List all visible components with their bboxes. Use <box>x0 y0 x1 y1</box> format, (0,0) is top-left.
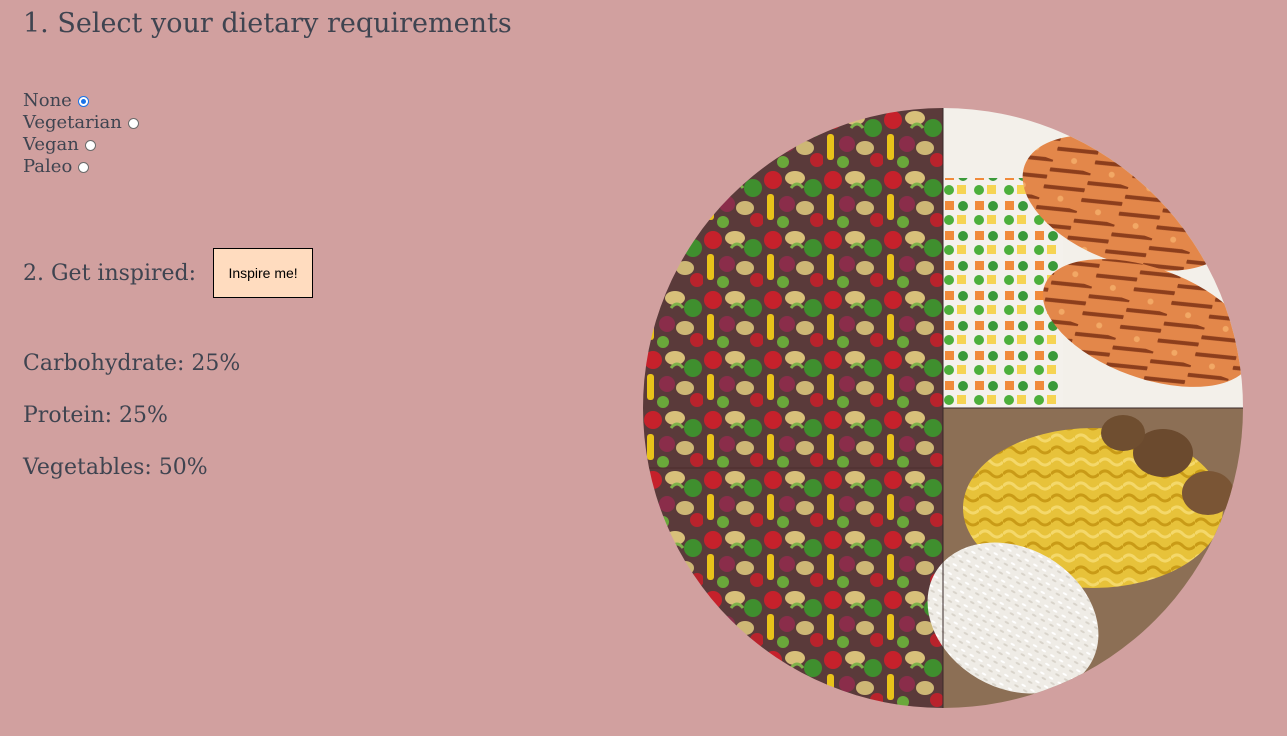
food-plate <box>643 108 1243 708</box>
diet-option-paleo[interactable]: Paleo <box>23 156 139 178</box>
diet-option-label: Vegan <box>23 134 79 155</box>
diet-option-label: Vegetarian <box>23 112 122 133</box>
diet-radio-vegetarian[interactable] <box>127 117 139 129</box>
diet-option-vegan[interactable]: Vegan <box>23 134 139 156</box>
protein-percentage: Protein: 25% <box>23 403 168 428</box>
diet-radio-paleo[interactable] <box>78 161 90 173</box>
diet-option-vegetarian[interactable]: Vegetarian <box>23 112 139 134</box>
diet-option-none[interactable]: None <box>23 90 139 112</box>
vegetables-section <box>643 108 943 708</box>
diet-option-label: Paleo <box>23 156 73 177</box>
inspire-me-button[interactable]: Inspire me! <box>213 248 314 298</box>
vegetables-percentage: Vegetables: 50% <box>23 455 208 480</box>
diet-options: None Vegetarian Vegan Paleo <box>23 90 139 178</box>
diet-radio-none[interactable] <box>77 95 89 107</box>
inspire-row: 2. Get inspired: Inspire me! <box>23 248 314 298</box>
carbohydrate-percentage: Carbohydrate: 25% <box>23 351 241 376</box>
food-plate-image <box>643 108 1243 708</box>
step2-label: 2. Get inspired: <box>23 260 197 286</box>
diet-option-label: None <box>23 90 72 111</box>
step1-title: 1. Select your dietary requirements <box>23 8 512 39</box>
diet-radio-vegan[interactable] <box>84 139 96 151</box>
